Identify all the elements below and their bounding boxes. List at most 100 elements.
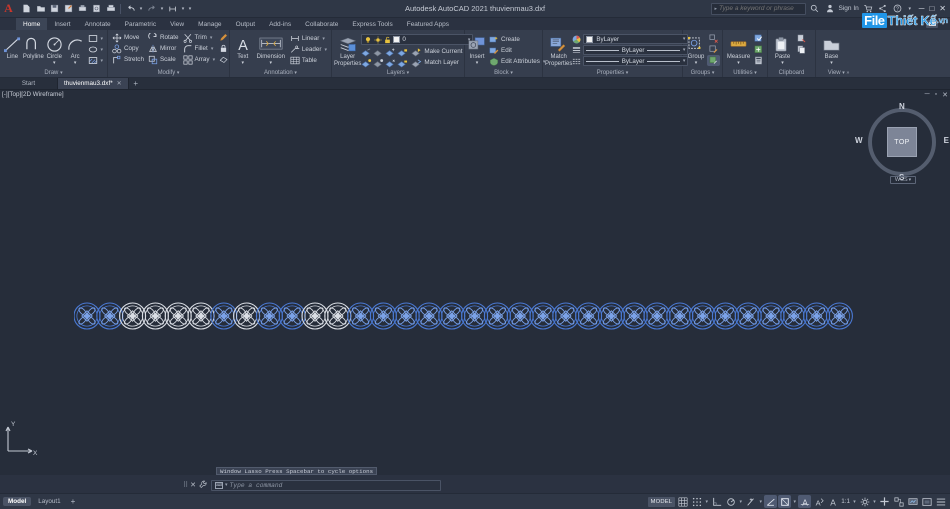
polar-dropdown-icon[interactable]: ▾ xyxy=(738,499,743,505)
arc-dropdown-icon[interactable]: ▾ xyxy=(71,61,80,66)
group-button[interactable]: Group ▾ xyxy=(685,32,707,66)
medallion-pattern[interactable] xyxy=(73,298,864,338)
open-file-icon[interactable] xyxy=(34,2,47,16)
view-cube-north-label[interactable]: N xyxy=(899,102,905,111)
annotation-table-button[interactable]: Table xyxy=(288,55,329,66)
undo-icon[interactable] xyxy=(124,2,137,16)
modify-move-button[interactable]: Move xyxy=(110,32,146,43)
base-dropdown-icon[interactable]: ▾ xyxy=(825,61,839,66)
panel-modify-title[interactable]: Modify ▾ xyxy=(110,69,227,77)
block-insert-button[interactable]: Insert ▾ xyxy=(467,32,487,66)
minimize-button[interactable]: ─ xyxy=(919,4,925,13)
layout-tab-model[interactable]: Model xyxy=(3,497,32,506)
tab-insert[interactable]: Insert xyxy=(47,18,77,30)
group-edit-button[interactable] xyxy=(707,44,720,55)
layer-color-swatch[interactable] xyxy=(393,36,401,43)
layer-unisolate-icon[interactable] xyxy=(373,47,384,57)
maximize-button[interactable]: □ xyxy=(929,4,934,13)
save-as-icon[interactable] xyxy=(62,2,75,16)
draw-arc-button[interactable]: Arc ▾ xyxy=(65,32,86,66)
tab-parametric[interactable]: Parametric xyxy=(118,18,163,30)
workspace-dropdown-icon[interactable]: ▾ xyxy=(180,6,186,12)
plot-preview-icon[interactable] xyxy=(90,2,103,16)
annotation-scale-value[interactable]: 1:1 xyxy=(840,498,851,505)
command-customize-icon[interactable] xyxy=(199,480,208,491)
ortho-mode-icon[interactable] xyxy=(710,495,723,508)
linear-dropdown-icon[interactable]: ▾ xyxy=(322,36,325,42)
modify-copy-button[interactable]: Copy xyxy=(110,43,146,54)
drawing-geometry[interactable] xyxy=(73,298,864,340)
command-history-dropdown-icon[interactable]: ▾ xyxy=(225,482,228,488)
calculator-button[interactable] xyxy=(752,55,765,66)
annotation-scale-dropdown-icon[interactable]: ▾ xyxy=(852,499,857,505)
tab-view[interactable]: View xyxy=(163,18,191,30)
file-tab-close-icon[interactable]: ✕ xyxy=(117,80,122,87)
match-properties-button[interactable]: Match Properties xyxy=(545,32,572,68)
block-edit-attributes-button[interactable]: Edit Attributes ▾ xyxy=(487,56,547,67)
object-snap-tracking-icon[interactable] xyxy=(744,495,757,508)
customization-menu-icon[interactable] xyxy=(934,495,947,508)
file-tab-drawing[interactable]: thuvienmau3.dxf* ✕ xyxy=(58,78,129,89)
drawing-canvas[interactable]: [-][Top][2D Wireframe] ─ ▫ ✕ TOP N S W E… xyxy=(0,90,950,475)
wcs-dropdown-icon[interactable]: ▾ xyxy=(909,177,912,183)
lineweight-dropdown[interactable]: ByLayer ▾ xyxy=(583,45,689,55)
modify-explode-button[interactable] xyxy=(217,32,231,43)
osnap-track-dropdown-icon[interactable]: ▾ xyxy=(758,499,763,505)
insert-dropdown-icon[interactable]: ▾ xyxy=(469,61,484,66)
lightbulb-icon[interactable] xyxy=(364,36,372,44)
ribbon-minimize-dropdown-icon[interactable]: ▾ xyxy=(940,21,946,27)
command-close-icon[interactable]: ✕ xyxy=(190,481,196,489)
layer-off-icon[interactable] xyxy=(361,58,372,68)
add-layout-button[interactable]: + xyxy=(68,497,79,506)
hatch-dropdown-icon[interactable]: ▾ xyxy=(101,58,104,64)
fillet-dropdown-icon[interactable]: ▾ xyxy=(211,46,214,52)
file-tab-start[interactable]: Start xyxy=(0,78,58,89)
isolate-objects-icon[interactable] xyxy=(892,495,905,508)
layer-isolate-icon[interactable] xyxy=(361,47,372,57)
close-button[interactable]: ✕ xyxy=(939,4,946,13)
hardware-acceleration-icon[interactable] xyxy=(878,495,891,508)
panel-properties-title[interactable]: Properties ▾ xyxy=(545,69,680,77)
panel-view-title[interactable]: View ▾ » xyxy=(818,69,859,77)
layer-match-layer-button[interactable]: Match Layer xyxy=(409,57,461,68)
canvas-minimize-button[interactable]: ─ xyxy=(925,91,930,99)
block-create-button[interactable]: Create xyxy=(487,34,547,45)
measure-dropdown-icon[interactable]: ▾ xyxy=(727,61,750,66)
layer-on-icon[interactable] xyxy=(373,58,384,68)
search-icon[interactable] xyxy=(809,2,821,15)
panel-utilities-title[interactable]: Utilities ▾ xyxy=(725,69,765,77)
panel-draw-title[interactable]: Draw ▾ xyxy=(2,69,105,77)
lineweight-dropdown-icon2[interactable]: ▾ xyxy=(792,499,797,505)
viewport-label[interactable]: [-][Top][2D Wireframe] xyxy=(2,91,64,98)
layer-thaw-icon[interactable] xyxy=(385,58,396,68)
new-file-icon[interactable] xyxy=(20,2,33,16)
ellipse-dropdown-icon[interactable]: ▾ xyxy=(101,47,104,53)
undo-dropdown-icon[interactable]: ▾ xyxy=(138,6,144,12)
panel-block-title[interactable]: Block ▾ xyxy=(467,69,540,77)
annotation-leader-button[interactable]: Leader ▾ xyxy=(288,44,329,55)
unlock-icon[interactable] xyxy=(384,36,391,44)
modify-mirror-button[interactable]: Mirror xyxy=(146,43,181,54)
tab-manage[interactable]: Manage xyxy=(191,18,229,30)
tab-home[interactable]: Home xyxy=(16,18,48,30)
tab-featured-apps[interactable]: Featured Apps xyxy=(400,18,456,30)
tab-collaborate[interactable]: Collaborate xyxy=(298,18,345,30)
canvas-restore-button[interactable]: ▫ xyxy=(935,91,937,99)
panel-clipboard-title[interactable]: Clipboard xyxy=(770,69,813,77)
modify-lock-button[interactable] xyxy=(217,43,231,54)
sun-icon[interactable] xyxy=(374,35,382,44)
share-icon[interactable] xyxy=(877,2,889,15)
annotation-linear-button[interactable]: Linear ▾ xyxy=(288,33,329,44)
paste-dropdown-icon[interactable]: ▾ xyxy=(775,61,790,66)
object-snap-icon[interactable] xyxy=(764,495,778,508)
grid-display-icon[interactable] xyxy=(676,495,689,508)
annotation-monitor-icon[interactable]: A xyxy=(826,495,839,508)
tab-output[interactable]: Output xyxy=(229,18,263,30)
point-style-button[interactable] xyxy=(752,44,765,55)
view-cube-east-label[interactable]: E xyxy=(944,136,949,145)
command-drag-handle[interactable]: ⠿ xyxy=(183,481,188,489)
panel-layers-title[interactable]: Layers ▾ xyxy=(334,69,462,77)
modify-fillet-button[interactable]: Fillet ▾ xyxy=(181,43,218,54)
graphics-performance-icon[interactable] xyxy=(906,495,919,508)
qat-customize-icon[interactable]: ▾ xyxy=(187,6,193,12)
